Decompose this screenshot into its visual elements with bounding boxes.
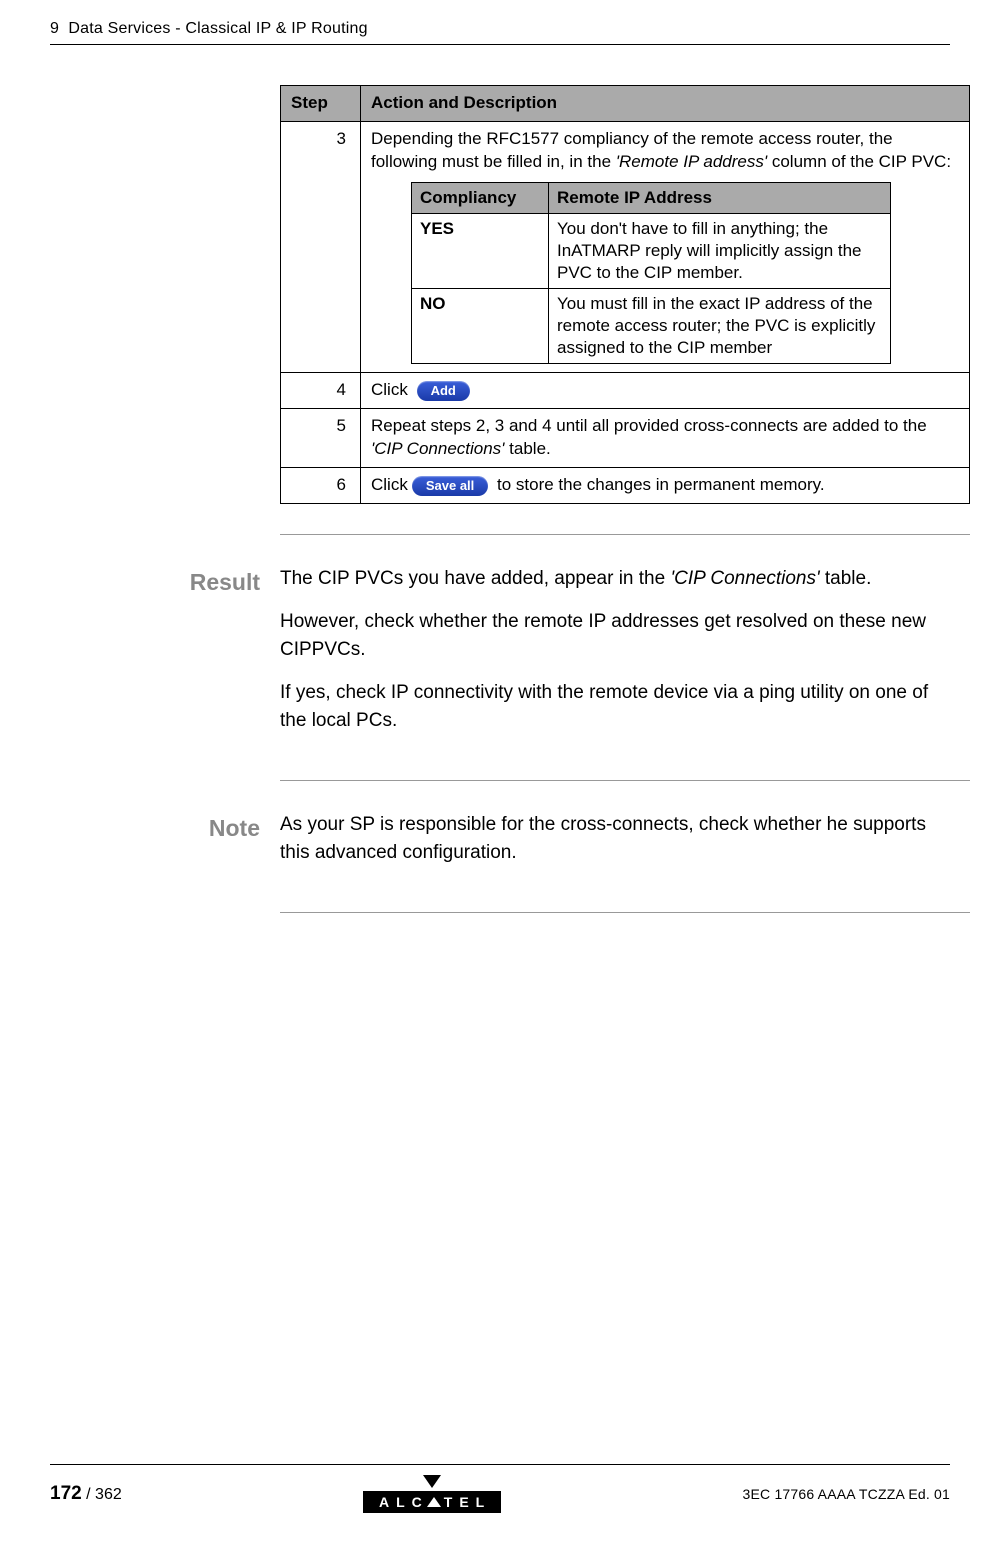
table-header-row: Compliancy Remote IP Address: [412, 182, 891, 213]
table-row: 5 Repeat steps 2, 3 and 4 until all prov…: [281, 409, 970, 468]
step-number: 3: [281, 121, 361, 373]
add-button[interactable]: Add: [417, 381, 470, 401]
compliancy-table: Compliancy Remote IP Address YES You don…: [411, 182, 891, 365]
remote-ip-desc: You must fill in the exact IP address of…: [549, 289, 891, 364]
remote-ip-desc: You don't have to fill in anything; the …: [549, 213, 891, 288]
step-action: Repeat steps 2, 3 and 4 until all provid…: [361, 409, 970, 468]
step-number: 5: [281, 409, 361, 468]
save-all-button[interactable]: Save all: [412, 476, 488, 496]
triangle-down-icon: [423, 1475, 441, 1488]
divider: [280, 912, 970, 913]
step-action: Depending the RFC1577 compliancy of the …: [361, 121, 970, 373]
page-number: 172 / 362: [50, 1483, 122, 1505]
table-row: 4 Click Add: [281, 373, 970, 409]
table-row: NO You must fill in the exact IP address…: [412, 289, 891, 364]
col-compliancy: Compliancy: [412, 182, 549, 213]
table-header-row: Step Action and Description: [281, 86, 970, 122]
divider: [280, 534, 970, 535]
chapter-title: Data Services - Classical IP & IP Routin…: [68, 20, 367, 37]
col-action: Action and Description: [361, 86, 970, 122]
compliancy-value: YES: [412, 213, 549, 288]
page-header: 9 Data Services - Classical IP & IP Rout…: [50, 20, 950, 45]
steps-table: Step Action and Description 3 Depending …: [280, 85, 970, 504]
table-row: YES You don't have to fill in anything; …: [412, 213, 891, 288]
step-number: 4: [281, 373, 361, 409]
step-action: ClickSave all to store the changes in pe…: [361, 468, 970, 504]
col-step: Step: [281, 86, 361, 122]
section-label-result: Result: [50, 565, 280, 598]
document-id: 3EC 17766 AAAA TCZZA Ed. 01: [743, 1486, 950, 1502]
section-label-note: Note: [50, 811, 280, 844]
col-remote-ip: Remote IP Address: [549, 182, 891, 213]
divider: [280, 780, 970, 781]
step-number: 6: [281, 468, 361, 504]
page-footer: 172 / 362 ALCTEL 3EC 17766 AAAA TCZZA Ed…: [50, 1464, 950, 1513]
step-action: Click Add: [361, 373, 970, 409]
result-body: The CIP PVCs you have added, appear in t…: [280, 565, 950, 750]
triangle-up-icon: [427, 1497, 441, 1507]
note-body: As your SP is responsible for the cross-…: [280, 811, 950, 882]
alcatel-logo: ALCTEL: [363, 1475, 501, 1513]
compliancy-value: NO: [412, 289, 549, 364]
table-row: 3 Depending the RFC1577 compliancy of th…: [281, 121, 970, 373]
chapter-number: 9: [50, 20, 59, 37]
table-row: 6 ClickSave all to store the changes in …: [281, 468, 970, 504]
